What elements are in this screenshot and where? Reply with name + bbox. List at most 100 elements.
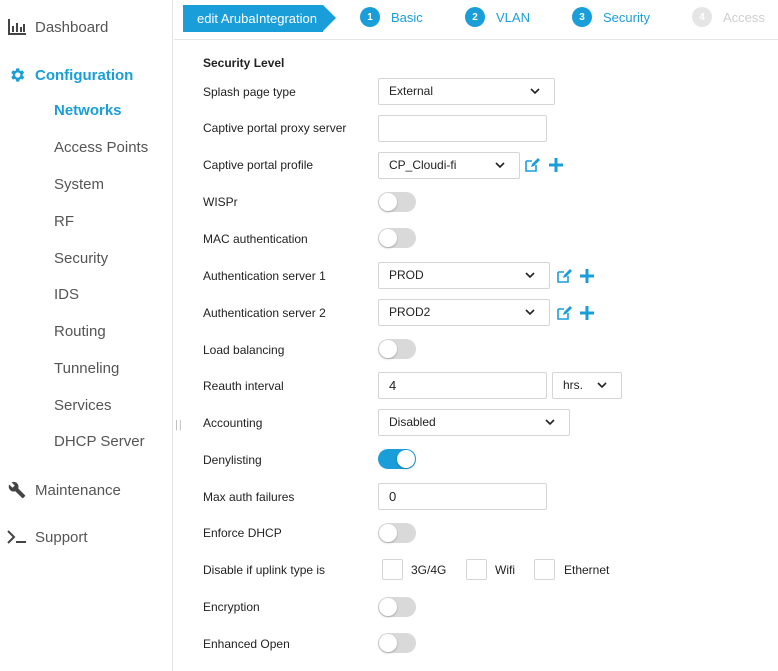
auth-server-2-select[interactable]: PROD2 (378, 299, 550, 326)
step-number: 4 (692, 7, 712, 27)
splash-page-type-select[interactable]: External (378, 78, 555, 105)
wrench-icon (7, 480, 27, 500)
max-auth-failures-input[interactable]: 0 (378, 483, 547, 510)
toggle-knob (397, 450, 415, 468)
disable-uplink-label: Disable if uplink type is (203, 563, 326, 577)
nav-configuration[interactable]: Configuration (7, 65, 133, 85)
toggle-knob (379, 340, 397, 358)
uplink-ethernet-label: Ethernet (564, 563, 610, 577)
nav-support-label: Support (35, 528, 88, 546)
captive-portal-profile-select[interactable]: CP_Cloudi-fi (378, 152, 520, 179)
toggle-knob (379, 598, 397, 616)
sidebar-item-tunneling[interactable]: Tunneling (54, 360, 119, 377)
nav-maintenance-label: Maintenance (35, 481, 121, 499)
section-title: Security Level (203, 56, 285, 70)
edit-icon[interactable] (556, 268, 572, 284)
wizard-step-basic[interactable]: 1 Basic (360, 7, 423, 27)
max-auth-failures-label: Max auth failures (203, 490, 295, 504)
sidebar: Dashboard Configuration Networks Access … (0, 0, 173, 671)
reauth-interval-label: Reauth interval (203, 379, 284, 393)
sidebar-item-dhcp-server[interactable]: DHCP Server (54, 433, 145, 450)
sidebar-item-rf[interactable]: RF (54, 213, 74, 230)
add-icon[interactable] (579, 305, 595, 321)
accounting-value: Disabled (389, 415, 436, 429)
mac-authentication-toggle[interactable] (378, 228, 416, 248)
auth-server-1-label: Authentication server 1 (203, 269, 326, 283)
add-icon[interactable] (548, 157, 564, 173)
nav-dashboard[interactable]: Dashboard (7, 17, 108, 37)
wispr-toggle[interactable] (378, 192, 416, 212)
captive-portal-proxy-server-input[interactable] (378, 115, 547, 142)
uplink-wifi-label: Wifi (495, 563, 515, 577)
sidebar-item-system[interactable]: System (54, 176, 104, 193)
wizard-step-vlan[interactable]: 2 VLAN (465, 7, 530, 27)
nav-configuration-label: Configuration (35, 66, 134, 84)
captive-portal-proxy-server-label: Captive portal proxy server (203, 121, 347, 135)
step-label: Basic (391, 9, 423, 25)
wispr-label: WISPr (203, 195, 238, 209)
sidebar-item-services[interactable]: Services (54, 397, 112, 414)
denylisting-toggle[interactable] (378, 449, 416, 469)
sidebar-item-security[interactable]: Security (54, 250, 108, 267)
auth-server-1-value: PROD (389, 268, 424, 282)
sidebar-resize-handle[interactable]: || (175, 419, 183, 431)
edit-icon[interactable] (524, 157, 540, 173)
auth-server-2-label: Authentication server 2 (203, 306, 326, 320)
mac-authentication-label: MAC authentication (203, 232, 308, 246)
toggle-knob (379, 229, 397, 247)
auth-server-1-select[interactable]: PROD (378, 262, 550, 289)
nav-dashboard-label: Dashboard (35, 18, 109, 36)
load-balancing-toggle[interactable] (378, 339, 416, 359)
sidebar-item-access-points[interactable]: Access Points (54, 139, 148, 156)
chevron-down-icon (495, 162, 505, 169)
toggle-knob (379, 193, 397, 211)
wizard-edit-label: edit ArubaIntegration (183, 5, 336, 32)
accounting-select[interactable]: Disabled (378, 409, 570, 436)
uplink-3g4g-label: 3G/4G (411, 563, 447, 577)
nav-support[interactable]: Support (7, 527, 88, 547)
enhanced-open-toggle[interactable] (378, 633, 416, 653)
chevron-down-icon (530, 88, 540, 95)
captive-portal-profile-value: CP_Cloudi-fi (389, 158, 457, 172)
chevron-down-icon (597, 382, 607, 389)
accounting-label: Accounting (203, 416, 263, 430)
wizard-steps: edit ArubaIntegration 1 Basic 2 VLAN 3 S… (174, 0, 778, 40)
wizard-step-security[interactable]: 3 Security (572, 7, 650, 27)
step-number: 1 (360, 7, 380, 27)
sidebar-item-routing[interactable]: Routing (54, 323, 106, 340)
step-label: Access (723, 9, 765, 25)
toggle-knob (379, 634, 397, 652)
splash-page-type-label: Splash page type (203, 85, 296, 99)
encryption-label: Encryption (203, 600, 260, 614)
wizard-step-access: 4 Access (692, 7, 765, 27)
step-number: 3 (572, 7, 592, 27)
sidebar-item-ids[interactable]: IDS (54, 286, 79, 303)
enforce-dhcp-toggle[interactable] (378, 523, 416, 543)
edit-icon[interactable] (556, 305, 572, 321)
toggle-knob (379, 524, 397, 542)
splash-page-type-value: External (389, 84, 434, 98)
uplink-ethernet-checkbox[interactable] (534, 559, 555, 580)
nav-maintenance[interactable]: Maintenance (7, 480, 121, 500)
load-balancing-label: Load balancing (203, 343, 285, 357)
denylisting-label: Denylisting (203, 453, 262, 467)
step-number: 2 (465, 7, 485, 27)
uplink-3g4g-checkbox[interactable] (382, 559, 403, 580)
enforce-dhcp-label: Enforce DHCP (203, 526, 282, 540)
sidebar-item-networks[interactable]: Networks (54, 102, 122, 119)
step-label: Security (603, 9, 650, 25)
reauth-interval-input[interactable]: 4 (378, 372, 547, 399)
gear-icon (7, 65, 27, 85)
reauth-interval-unit-select[interactable]: hrs. (552, 372, 622, 399)
bar-chart-icon (7, 17, 27, 37)
reauth-interval-unit-value: hrs. (563, 378, 584, 392)
chevron-down-icon (525, 309, 535, 316)
uplink-wifi-checkbox[interactable] (466, 559, 487, 580)
terminal-icon (7, 527, 27, 547)
captive-portal-profile-label: Captive portal profile (203, 158, 314, 172)
chevron-down-icon (525, 272, 535, 279)
enhanced-open-label: Enhanced Open (203, 637, 290, 651)
encryption-toggle[interactable] (378, 597, 416, 617)
add-icon[interactable] (579, 268, 595, 284)
step-label: VLAN (496, 9, 530, 25)
